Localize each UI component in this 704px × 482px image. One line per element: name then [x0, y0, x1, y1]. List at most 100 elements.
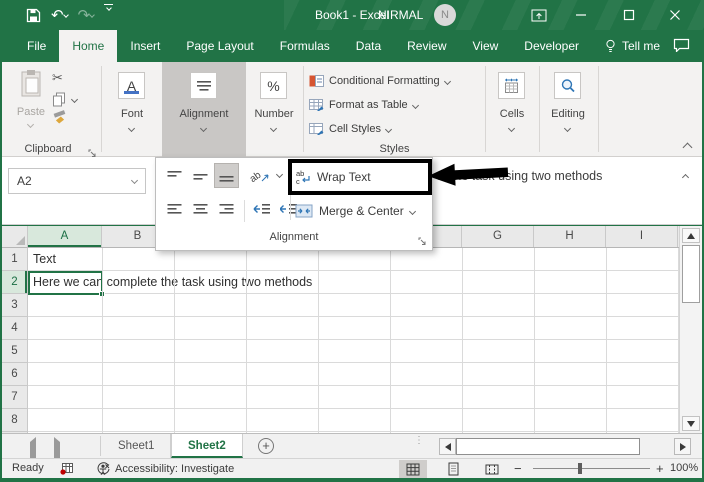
- redo-dropdown-icon[interactable]: [89, 12, 95, 18]
- sheet-tab-sheet1[interactable]: Sheet1: [102, 434, 171, 458]
- row-header-7[interactable]: 7: [2, 386, 27, 409]
- tab-home[interactable]: Home: [59, 30, 117, 62]
- horizontal-scroll-thumb[interactable]: [456, 438, 640, 455]
- align-left-button[interactable]: [162, 196, 187, 221]
- format-as-table-button[interactable]: Format as Table: [309, 98, 418, 112]
- column-header-H[interactable]: H: [534, 226, 606, 247]
- column-header-A[interactable]: A: [28, 226, 102, 247]
- row-header-4[interactable]: 4: [2, 317, 27, 340]
- save-icon[interactable]: [24, 4, 43, 26]
- orientation-button[interactable]: ab: [246, 163, 274, 188]
- accessibility-status[interactable]: Accessibility: Investigate: [96, 462, 234, 476]
- row-header-8[interactable]: 8: [2, 409, 27, 432]
- minimize-button[interactable]: [564, 0, 598, 30]
- top-align-button[interactable]: [162, 163, 187, 188]
- ribbon-tab-bar: File Home Insert Page Layout Formulas Da…: [0, 30, 704, 62]
- cells-area[interactable]: Text Here we can complete the task using…: [28, 248, 679, 433]
- sheet-tab-sheet2[interactable]: Sheet2: [171, 434, 243, 458]
- number-group-button[interactable]: % Number: [249, 64, 299, 155]
- vertical-scroll-thumb[interactable]: [682, 245, 700, 303]
- ribbon-display-options-button[interactable]: [522, 0, 556, 30]
- tab-review[interactable]: Review: [394, 30, 459, 62]
- accessibility-icon: [96, 462, 110, 476]
- row-header-1[interactable]: 1: [2, 248, 27, 271]
- scroll-down-button[interactable]: [682, 416, 700, 431]
- align-right-button[interactable]: [214, 196, 239, 221]
- customize-qat-icon[interactable]: [102, 4, 115, 26]
- record-macro-icon[interactable]: [60, 462, 74, 478]
- cell-styles-button[interactable]: Cell Styles: [309, 122, 391, 136]
- zoom-slider-track[interactable]: [533, 468, 650, 469]
- new-sheet-button[interactable]: +: [258, 438, 274, 454]
- collapse-formula-bar-icon[interactable]: [682, 174, 689, 181]
- row-header-6[interactable]: 6: [2, 363, 27, 386]
- undo-dropdown-icon[interactable]: [63, 12, 69, 18]
- select-all-corner[interactable]: [2, 226, 28, 248]
- merge-center-dropdown-icon[interactable]: [409, 207, 416, 214]
- font-group-button[interactable]: A Font: [106, 64, 158, 155]
- number-icon: %: [260, 72, 287, 99]
- collapse-ribbon-icon[interactable]: [683, 143, 693, 153]
- zoom-slider-handle[interactable]: [578, 463, 582, 474]
- orientation-dropdown-icon[interactable]: [276, 171, 283, 178]
- name-box[interactable]: A2: [8, 168, 146, 194]
- cell-A1[interactable]: Text: [33, 248, 56, 271]
- normal-view-button[interactable]: [399, 460, 427, 478]
- row-header-2[interactable]: 2: [2, 271, 27, 294]
- vertical-scrollbar[interactable]: [679, 226, 702, 433]
- column-header-G[interactable]: G: [462, 226, 534, 247]
- tab-data[interactable]: Data: [343, 30, 394, 62]
- name-box-dropdown-icon[interactable]: [131, 177, 138, 184]
- alignment-dialog-launcher-icon[interactable]: [418, 233, 427, 251]
- share-comment-icon[interactable]: [673, 38, 690, 57]
- merge-and-center-button[interactable]: Merge & Center: [295, 200, 431, 222]
- zoom-out-button[interactable]: −: [514, 461, 522, 476]
- middle-align-button[interactable]: [188, 163, 213, 188]
- scroll-up-button[interactable]: [682, 228, 700, 243]
- page-layout-view-button[interactable]: [439, 460, 467, 478]
- cells-group-button[interactable]: Cells: [489, 64, 535, 155]
- undo-button[interactable]: ↶: [49, 4, 70, 26]
- paste-button[interactable]: Paste: [14, 68, 48, 132]
- close-button[interactable]: [658, 0, 692, 30]
- row-header-5[interactable]: 5: [2, 340, 27, 363]
- gridline: [390, 248, 391, 433]
- tab-view[interactable]: View: [460, 30, 512, 62]
- alignment-group-button[interactable]: Alignment: [162, 62, 246, 157]
- sheet-tab-bar: Sheet1 Sheet2 + ⋮: [2, 433, 702, 458]
- zoom-in-button[interactable]: +: [656, 461, 664, 476]
- editing-group-button[interactable]: Editing: [543, 64, 593, 155]
- maximize-button[interactable]: [612, 0, 646, 30]
- copy-dropdown-icon[interactable]: [71, 96, 78, 103]
- copy-icon[interactable]: [52, 92, 66, 112]
- conditional-formatting-button[interactable]: Conditional Formatting: [309, 74, 450, 88]
- tell-me-box[interactable]: Tell me: [592, 30, 673, 62]
- hscroll-left-button[interactable]: [439, 438, 456, 455]
- tab-developer[interactable]: Developer: [511, 30, 592, 62]
- column-header-I[interactable]: I: [606, 226, 678, 247]
- redo-button[interactable]: ↷: [76, 4, 97, 26]
- lightbulb-icon: [605, 39, 616, 54]
- gridline: [606, 248, 607, 433]
- gridline: [246, 248, 247, 433]
- format-painter-icon[interactable]: [52, 110, 67, 130]
- cut-icon[interactable]: ✂: [52, 70, 63, 86]
- page-break-preview-button[interactable]: [478, 460, 506, 478]
- status-bar: Ready Accessibility: Investigate − + 100…: [2, 458, 702, 478]
- bottom-align-button[interactable]: [214, 163, 239, 188]
- tab-scrollbar-splitter[interactable]: ⋮: [414, 438, 420, 443]
- row-header-3[interactable]: 3: [2, 294, 27, 317]
- tab-formulas[interactable]: Formulas: [267, 30, 343, 62]
- styles-group-label: Styles: [307, 143, 482, 155]
- tab-page-layout[interactable]: Page Layout: [173, 30, 266, 62]
- account-name[interactable]: NIRMAL: [378, 0, 423, 30]
- hscroll-right-button[interactable]: [674, 438, 691, 455]
- center-button[interactable]: [188, 196, 213, 221]
- quick-access-toolbar: ↶ ↷: [24, 0, 115, 30]
- decrease-indent-button[interactable]: [249, 196, 274, 221]
- tab-file[interactable]: File: [14, 30, 59, 62]
- conditional-formatting-icon: [309, 74, 324, 88]
- tab-insert[interactable]: Insert: [117, 30, 173, 62]
- avatar[interactable]: N: [434, 4, 456, 26]
- zoom-level[interactable]: 100%: [670, 462, 698, 474]
